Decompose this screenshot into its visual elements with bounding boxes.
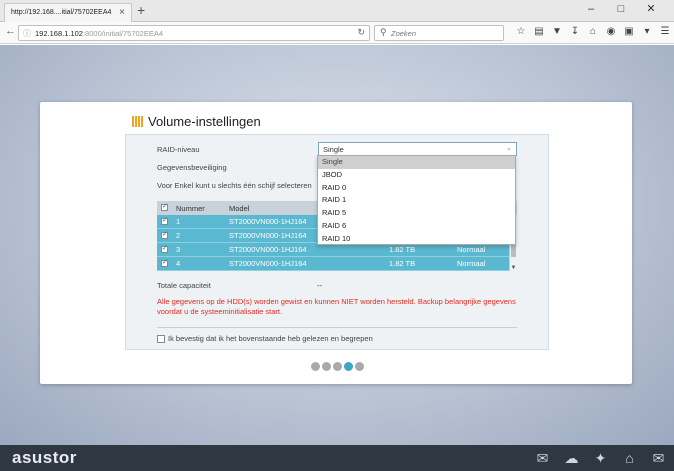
step-dot[interactable] xyxy=(322,362,331,371)
data-protection-label: Gegevensbeveiliging xyxy=(157,163,227,172)
raid-option-raid0[interactable]: RAID 0 xyxy=(318,182,515,195)
disk-number: 1 xyxy=(176,217,181,226)
disk-number: 4 xyxy=(176,259,181,268)
browser-tabbar: http://192.168....itial/75702EEA4 × + – □… xyxy=(0,0,674,22)
maximize-icon[interactable]: □ xyxy=(606,3,636,15)
raid-option-jbod[interactable]: JBOD xyxy=(318,169,515,182)
row-checkbox[interactable] xyxy=(161,230,168,239)
info-icon[interactable]: ⓘ xyxy=(23,28,31,39)
search-icon: ⚲ xyxy=(380,27,387,37)
row-checkbox[interactable] xyxy=(161,216,168,225)
raid-option-raid10[interactable]: RAID 10 xyxy=(318,233,515,246)
chat-icon[interactable]: ✉ xyxy=(528,450,557,467)
step-dot[interactable] xyxy=(355,362,364,371)
total-capacity-value: -- xyxy=(317,281,322,290)
raid-level-value: Single xyxy=(323,145,344,154)
raid-level-label: RAID-niveau xyxy=(157,145,200,154)
institution-icon[interactable]: ⌂ xyxy=(615,450,644,466)
table-row[interactable]: 4 ST2000VN000-1HJ164 1.82 TB Normaal xyxy=(157,257,509,271)
step-dot-active[interactable] xyxy=(344,362,353,371)
raid-option-raid5[interactable]: RAID 5 xyxy=(318,207,515,220)
disk-status: Normaal xyxy=(457,259,486,268)
single-disk-note: Voor Enkel kunt u slechts één schijf sel… xyxy=(157,181,312,190)
tab-title: http://192.168....itial/75702EEA4 xyxy=(11,9,112,16)
download-icon[interactable]: ↧ xyxy=(566,26,584,37)
browser-toolbar-icons: ☆ ▤ ▼ ↧ ⌂ ◉ ▣ ▾ ☰ xyxy=(512,26,674,37)
url-text: 192.168.1.102:8000/initial/75702EEA4 xyxy=(35,29,163,38)
col-number: Nummer xyxy=(176,204,205,213)
raid-option-raid6[interactable]: RAID 6 xyxy=(318,220,515,233)
disk-number: 3 xyxy=(176,245,181,254)
footer-bar: asustor ✉ ☁ ✦ ⌂ ✉ xyxy=(0,445,674,471)
disk-number: 2 xyxy=(176,231,181,240)
clipboard-icon[interactable]: ▤ xyxy=(530,26,548,37)
divider xyxy=(157,327,517,328)
erase-warning: Alle gegevens op de HDD(s) worden gewist… xyxy=(157,297,516,316)
url-path: :8000/initial/75702EEA4 xyxy=(82,29,164,38)
search-input[interactable] xyxy=(391,27,499,39)
row-checkbox[interactable] xyxy=(161,244,168,253)
menu-icon[interactable]: ☰ xyxy=(656,26,674,37)
disk-model: ST2000VN000-1HJ164 xyxy=(229,217,307,226)
addon-icon[interactable]: ◉ xyxy=(602,26,620,37)
confirm-checkbox[interactable] xyxy=(157,335,165,343)
addon2-icon[interactable]: ▣ xyxy=(620,26,638,37)
reload-icon[interactable]: ↻ xyxy=(357,27,365,38)
volume-icon xyxy=(132,116,145,128)
close-tab-icon[interactable]: × xyxy=(119,7,125,18)
total-capacity-label: Totale capaciteit xyxy=(157,281,211,290)
close-window-icon[interactable]: ✕ xyxy=(636,2,666,15)
star-icon[interactable]: ☆ xyxy=(512,26,530,37)
minimize-icon[interactable]: – xyxy=(576,3,606,15)
disk-model: ST2000VN000-1HJ164 xyxy=(229,231,307,240)
mail-icon[interactable]: ✉ xyxy=(644,450,673,467)
step-dot[interactable] xyxy=(333,362,342,371)
chevron-down-icon: ⌄ xyxy=(506,145,512,152)
select-all-checkbox[interactable] xyxy=(161,202,168,211)
raid-option-single[interactable]: Single xyxy=(318,156,515,169)
asustor-logo: asustor xyxy=(12,448,77,467)
step-indicator xyxy=(311,362,366,372)
scroll-down-icon[interactable]: ▼ xyxy=(510,265,517,271)
url-host: 192.168.1.102 xyxy=(35,29,83,38)
url-bar[interactable]: ⓘ 192.168.1.102:8000/initial/75702EEA4 ↻ xyxy=(18,25,370,41)
overflow-icon[interactable]: ▾ xyxy=(638,26,656,37)
raid-level-select[interactable]: Single ⌄ xyxy=(318,142,517,156)
disk-status: Normaal xyxy=(457,245,486,254)
window-controls: – □ ✕ xyxy=(576,2,666,15)
browser-navbar: ← ⓘ 192.168.1.102:8000/initial/75702EEA4… xyxy=(0,22,674,44)
puzzle-icon[interactable]: ✦ xyxy=(586,450,615,467)
step-dot[interactable] xyxy=(311,362,320,371)
new-tab-button[interactable]: + xyxy=(137,2,145,18)
search-bar[interactable]: ⚲ xyxy=(374,25,504,41)
browser-tab[interactable]: http://192.168....itial/75702EEA4 × xyxy=(4,3,132,22)
disk-model: ST2000VN000-1HJ164 xyxy=(229,259,307,268)
disk-capacity: 1.82 TB xyxy=(389,259,416,268)
pocket-icon[interactable]: ▼ xyxy=(548,26,566,37)
raid-option-raid1[interactable]: RAID 1 xyxy=(318,194,515,207)
row-checkbox[interactable] xyxy=(161,258,168,267)
footer-icons: ✉ ☁ ✦ ⌂ ✉ xyxy=(528,450,673,467)
disk-capacity: 1.82 TB xyxy=(389,245,416,254)
home-icon[interactable]: ⌂ xyxy=(584,26,602,37)
cloud-icon[interactable]: ☁ xyxy=(557,450,586,467)
disk-model: ST2000VN000-1HJ164 xyxy=(229,245,307,254)
confirm-label: Ik bevestig dat ik het bovenstaande heb … xyxy=(168,334,373,343)
col-model: Model xyxy=(229,204,250,213)
page-title: Volume-instellingen xyxy=(148,114,261,129)
back-arrow-icon[interactable]: ← xyxy=(5,25,16,37)
raid-level-dropdown: Single JBOD RAID 0 RAID 1 RAID 5 RAID 6 … xyxy=(317,155,516,245)
